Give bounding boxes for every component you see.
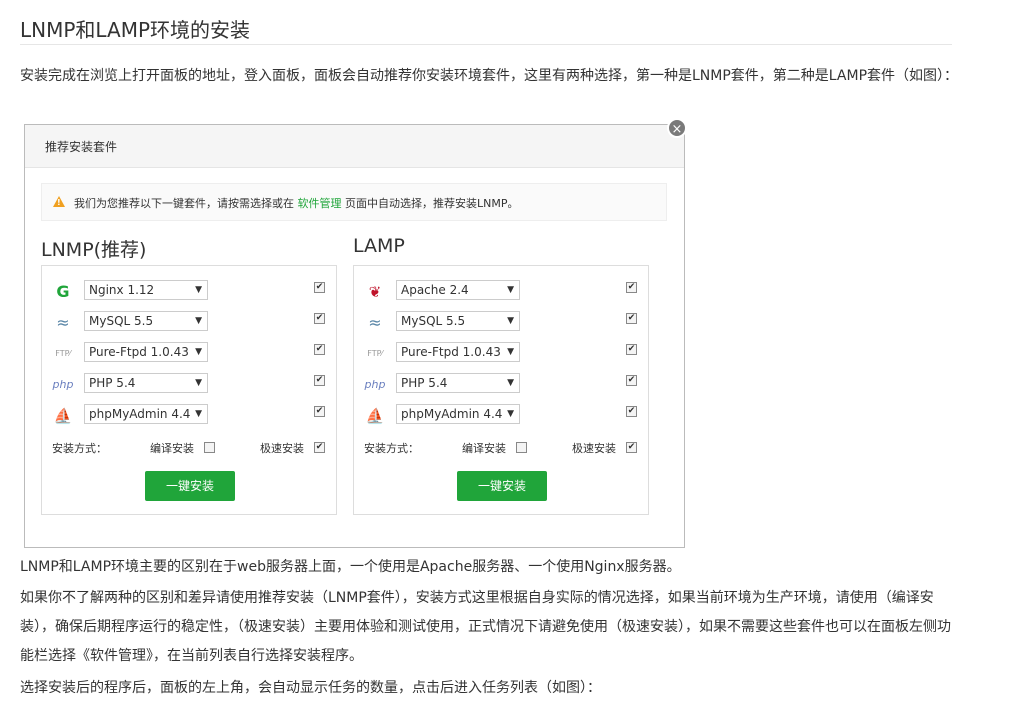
compile-install-label: 编译安装 <box>150 442 194 455</box>
version-select[interactable]: MySQL 5.5 ▼ <box>84 311 208 331</box>
dialog-title: 推荐安装套件 <box>45 140 118 154</box>
lnmp-software-row: ≈ MySQL 5.5 ▼ ✔ <box>42 311 336 335</box>
include-checkbox[interactable]: ✔ <box>626 344 637 355</box>
intro-paragraph: 安装完成在浏览上打开面板的地址，登入面板，面板会自动推荐你安装环境套件，这里有两… <box>20 68 959 84</box>
fast-install-checkbox[interactable]: ✔ <box>314 442 325 453</box>
version-select[interactable]: phpMyAdmin 4.4 ▼ <box>84 404 208 424</box>
chevron-down-icon: ▼ <box>195 409 202 419</box>
version-select[interactable]: MySQL 5.5 ▼ <box>396 311 520 331</box>
advice-paragraph: 如果你不了解两种的区别和差异请使用推荐安装（LNMP套件），安装方式这里根据自身… <box>20 590 951 664</box>
lnmp-software-row: FTP⁄ Pure-Ftpd 1.0.43 ▼ ✔ <box>42 342 336 366</box>
phpmyadmin-icon: ⛵ <box>365 407 385 425</box>
chevron-down-icon: ▼ <box>195 316 202 326</box>
php-icon: php <box>364 378 386 391</box>
lamp-software-row: php PHP 5.4 ▼ ✔ <box>354 373 648 397</box>
page-title: LNMP和LAMP环境的安装 <box>20 18 251 42</box>
dialog-header: 推荐安装套件 <box>25 125 684 168</box>
mysql-icon: ≈ <box>368 313 382 332</box>
version-select[interactable]: Apache 2.4 ▼ <box>396 280 520 300</box>
include-checkbox[interactable]: ✔ <box>314 344 325 355</box>
fast-install-label: 极速安装 <box>260 442 304 455</box>
compile-install-checkbox[interactable] <box>204 442 215 453</box>
chevron-down-icon: ▼ <box>507 347 514 357</box>
chevron-down-icon: ▼ <box>507 285 514 295</box>
include-checkbox[interactable]: ✔ <box>626 375 637 386</box>
apache-icon: ❦ <box>368 283 382 301</box>
notice-text: 我们为您推荐以下一键套件，请按需选择或在 软件管理 页面中自动选择，推荐安装LN… <box>74 197 519 210</box>
screenshot-dialog: 推荐安装套件 ! 我们为您推荐以下一键套件，请按需选择或在 软件管理 页面中自动… <box>24 124 685 548</box>
include-checkbox[interactable]: ✔ <box>314 375 325 386</box>
lnmp-panel: G Nginx 1.12 ▼ ✔ ≈ MySQL 5.5 ▼ ✔ FTP⁄ Pure-Ftpd 1… <box>41 265 337 515</box>
lnmp-software-row: ⛵ phpMyAdmin 4.4 ▼ ✔ <box>42 404 336 428</box>
install-method-label: 安装方式： <box>52 442 107 455</box>
chevron-down-icon: ▼ <box>507 378 514 388</box>
lnmp-software-row: php PHP 5.4 ▼ ✔ <box>42 373 336 397</box>
install-method-label: 安装方式： <box>364 442 419 455</box>
notice-box: ! 我们为您推荐以下一键套件，请按需选择或在 软件管理 页面中自动选择，推荐安装… <box>41 183 667 221</box>
warning-icon: ! <box>53 196 65 207</box>
lnmp-title: LNMP(推荐) <box>41 239 147 261</box>
include-checkbox[interactable]: ✔ <box>314 406 325 417</box>
close-icon[interactable]: × <box>667 118 687 138</box>
lnmp-software-row: G Nginx 1.12 ▼ ✔ <box>42 280 336 304</box>
nginx-icon: G <box>56 282 70 301</box>
include-checkbox[interactable]: ✔ <box>626 282 637 293</box>
version-select[interactable]: Pure-Ftpd 1.0.43 ▼ <box>396 342 520 362</box>
lamp-software-row: FTP⁄ Pure-Ftpd 1.0.43 ▼ ✔ <box>354 342 648 366</box>
include-checkbox[interactable]: ✔ <box>626 406 637 417</box>
include-checkbox[interactable]: ✔ <box>314 313 325 324</box>
lnmp-install-button[interactable]: 一键安装 <box>145 471 235 501</box>
version-select[interactable]: Pure-Ftpd 1.0.43 ▼ <box>84 342 208 362</box>
tasks-paragraph: 选择安装后的程序后，面板的左上角，会自动显示任务的数量，点击后进入任务列表（如图… <box>20 680 601 696</box>
ftp-icon: FTP⁄ <box>367 349 383 358</box>
version-select[interactable]: PHP 5.4 ▼ <box>84 373 208 393</box>
chevron-down-icon: ▼ <box>195 285 202 295</box>
include-checkbox[interactable]: ✔ <box>626 313 637 324</box>
lamp-title: LAMP <box>353 235 405 257</box>
mysql-icon: ≈ <box>56 313 70 332</box>
fast-install-label: 极速安装 <box>572 442 616 455</box>
software-manage-link[interactable]: 软件管理 <box>298 197 342 210</box>
lamp-software-row: ❦ Apache 2.4 ▼ ✔ <box>354 280 648 304</box>
lamp-software-row: ⛵ phpMyAdmin 4.4 ▼ ✔ <box>354 404 648 428</box>
version-select[interactable]: Nginx 1.12 ▼ <box>84 280 208 300</box>
lamp-software-row: ≈ MySQL 5.5 ▼ ✔ <box>354 311 648 335</box>
chevron-down-icon: ▼ <box>507 409 514 419</box>
ftp-icon: FTP⁄ <box>55 349 71 358</box>
php-icon: php <box>52 378 74 391</box>
chevron-down-icon: ▼ <box>507 316 514 326</box>
chevron-down-icon: ▼ <box>195 347 202 357</box>
difference-paragraph: LNMP和LAMP环境主要的区别在于web服务器上面，一个使用是Apache服务… <box>20 559 681 575</box>
fast-install-checkbox[interactable]: ✔ <box>626 442 637 453</box>
compile-install-label: 编译安装 <box>462 442 506 455</box>
version-select[interactable]: phpMyAdmin 4.4 ▼ <box>396 404 520 424</box>
chevron-down-icon: ▼ <box>195 378 202 388</box>
title-divider <box>20 44 952 45</box>
compile-install-checkbox[interactable] <box>516 442 527 453</box>
include-checkbox[interactable]: ✔ <box>314 282 325 293</box>
lamp-install-button[interactable]: 一键安装 <box>457 471 547 501</box>
phpmyadmin-icon: ⛵ <box>53 407 73 425</box>
lamp-panel: ❦ Apache 2.4 ▼ ✔ ≈ MySQL 5.5 ▼ ✔ FTP⁄ Pure-Ftpd 1… <box>353 265 649 515</box>
version-select[interactable]: PHP 5.4 ▼ <box>396 373 520 393</box>
